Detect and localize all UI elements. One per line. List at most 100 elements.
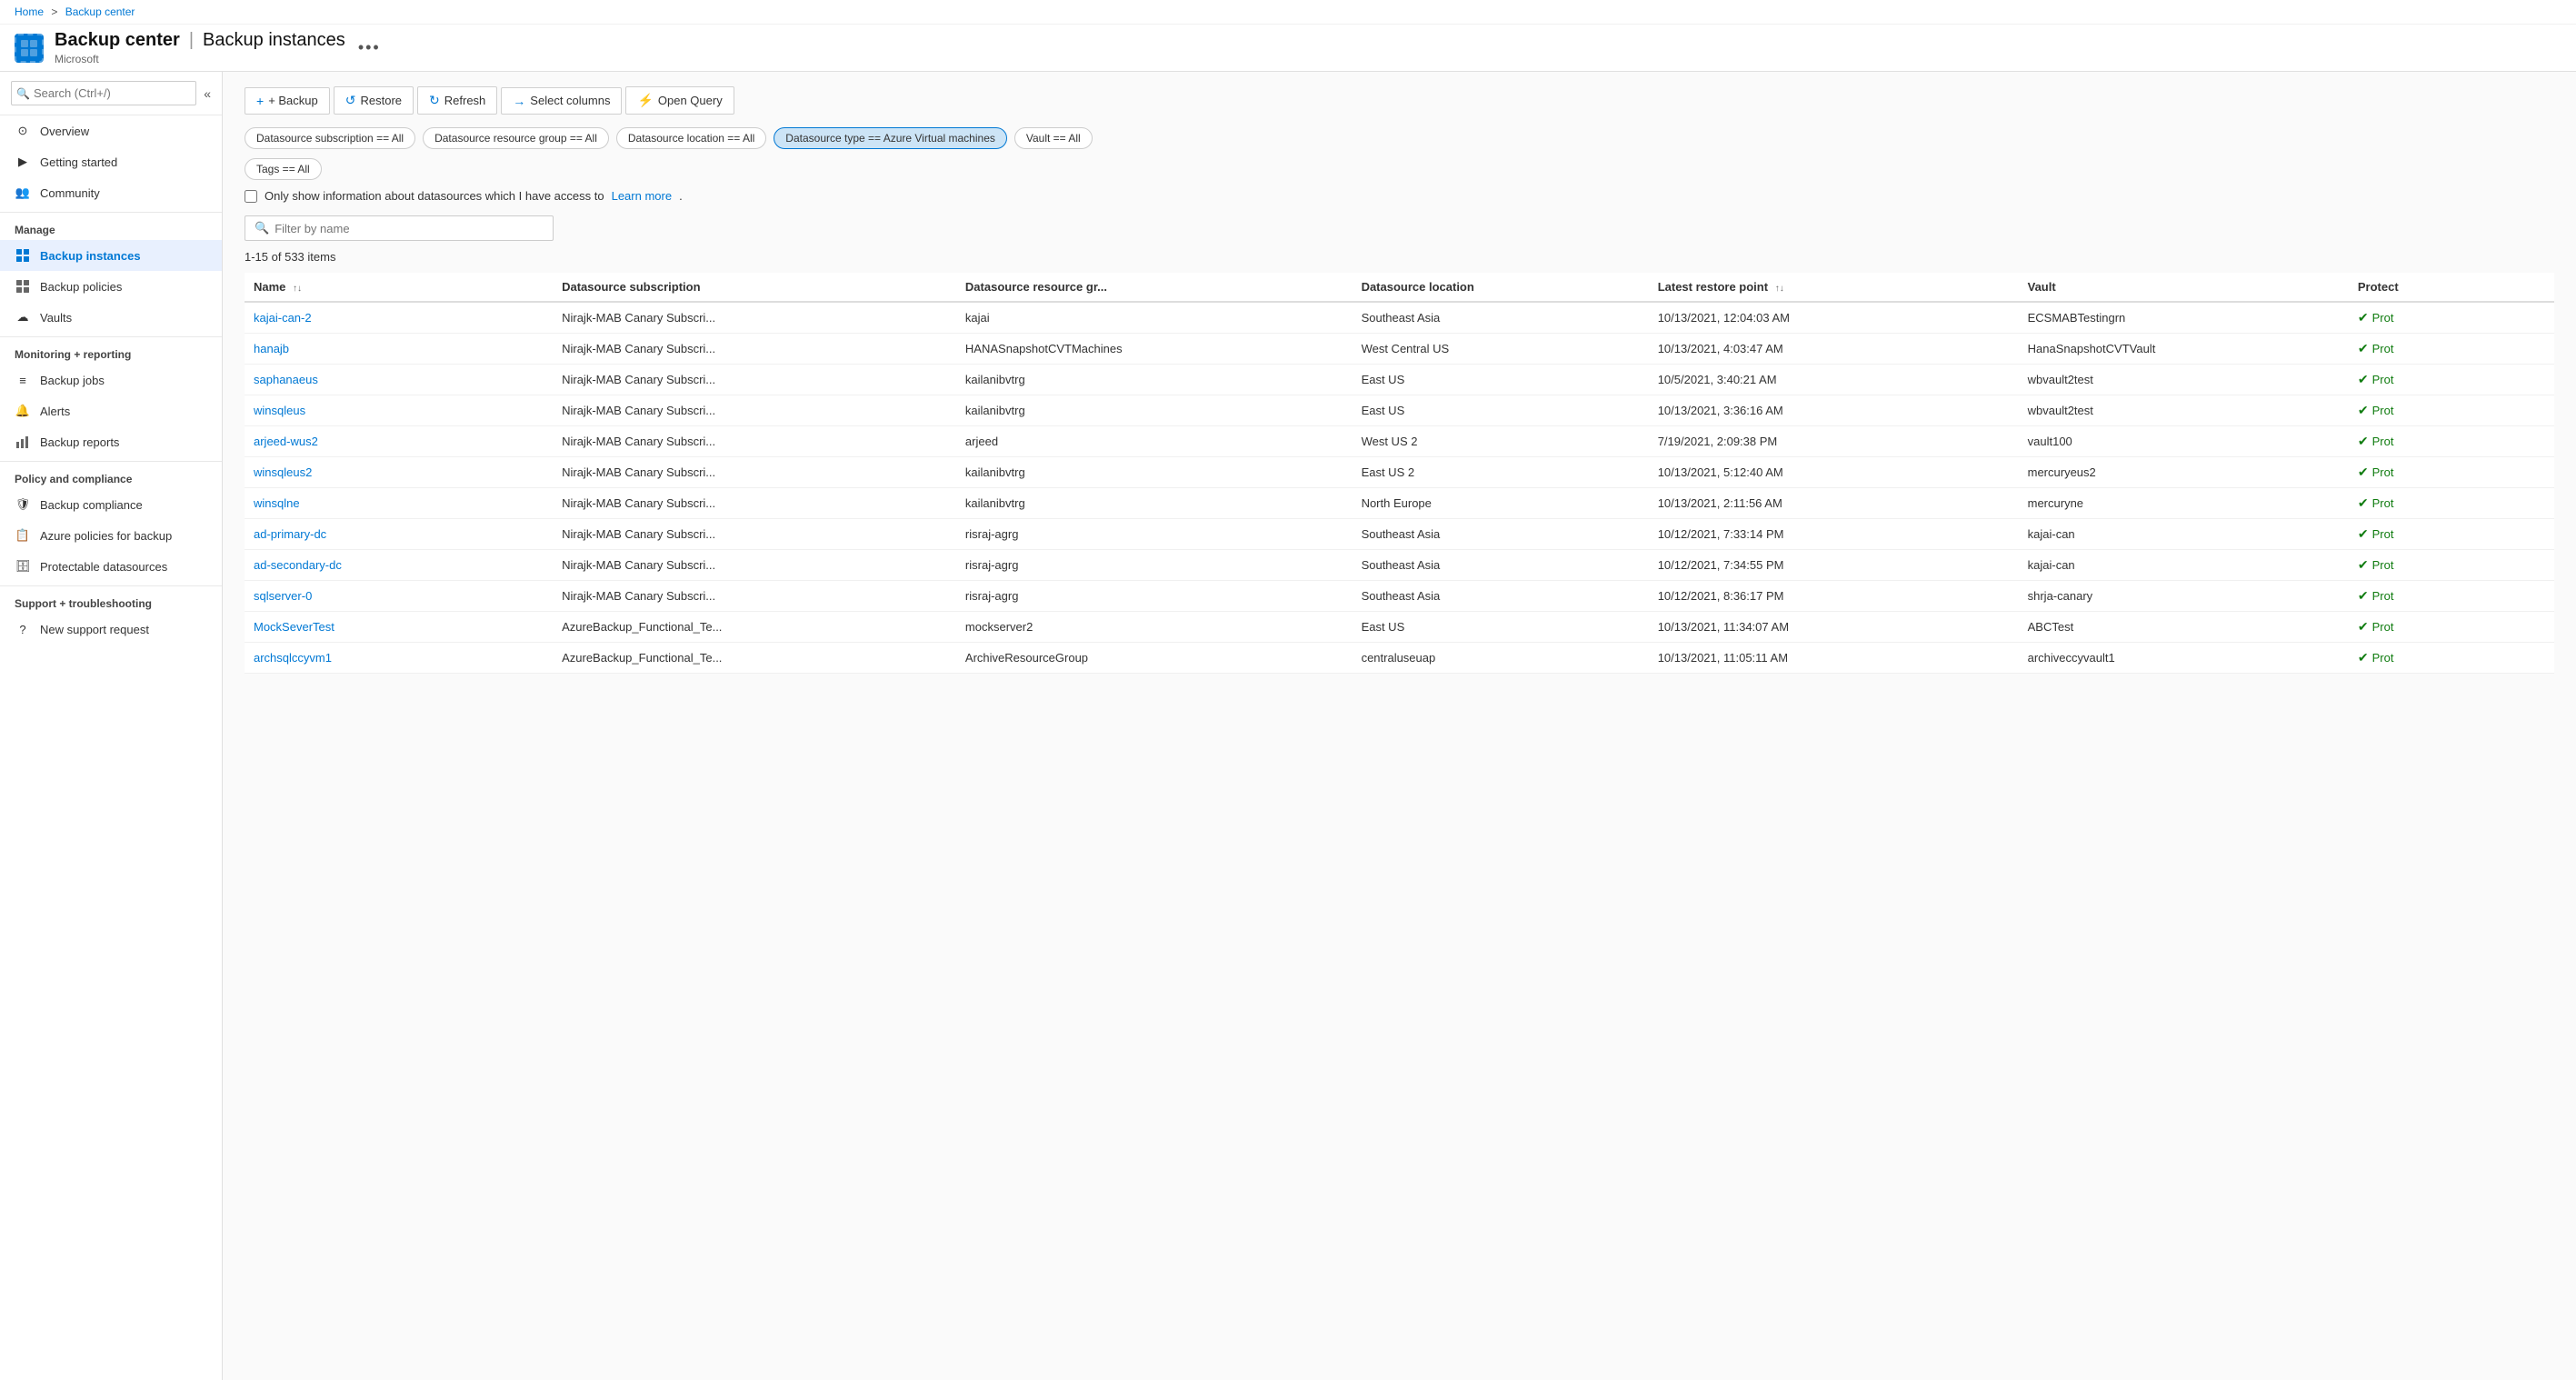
filter-subscription[interactable]: Datasource subscription == All — [245, 127, 415, 149]
filter-location[interactable]: Datasource location == All — [616, 127, 766, 149]
getting-started-icon: ▶ — [15, 154, 31, 170]
backup-policies-icon — [15, 278, 31, 295]
search-box-icon: 🔍 — [255, 221, 269, 235]
sidebar-item-azure-policies[interactable]: 📋 Azure policies for backup — [0, 520, 222, 551]
cell-location: Southeast Asia — [1353, 581, 1649, 612]
col-header-vault[interactable]: Vault — [2019, 273, 2349, 302]
backup-button[interactable]: + + Backup — [245, 87, 330, 115]
breadcrumb-current[interactable]: Backup center — [65, 5, 135, 18]
table-row[interactable]: winsqlne Nirajk-MAB Canary Subscri... ka… — [245, 488, 2554, 519]
sidebar-item-vaults[interactable]: ☁ Vaults — [0, 302, 222, 333]
cell-name: ad-secondary-dc — [245, 550, 553, 581]
breadcrumb-sep: > — [51, 5, 57, 18]
table-row[interactable]: saphanaeus Nirajk-MAB Canary Subscri... … — [245, 365, 2554, 395]
cell-restore-point: 10/13/2021, 2:11:56 AM — [1649, 488, 2019, 519]
sidebar-search-input[interactable] — [11, 81, 196, 105]
sidebar-item-community[interactable]: 👥 Community — [0, 177, 222, 208]
table-row[interactable]: winsqleus2 Nirajk-MAB Canary Subscri... … — [245, 457, 2554, 488]
toolbar: + + Backup ↺ Restore ↻ Refresh → Select … — [245, 86, 2554, 115]
filter-resource-group[interactable]: Datasource resource group == All — [423, 127, 609, 149]
datasource-access-label: Only show information about datasources … — [265, 189, 604, 203]
learn-more-link[interactable]: Learn more — [612, 189, 672, 203]
sidebar-search-area: 🔍 « — [0, 72, 222, 115]
table-row[interactable]: archsqlccyvm1 AzureBackup_Functional_Te.… — [245, 643, 2554, 674]
cell-resource-group: kailanibvtrg — [956, 395, 1353, 426]
restore-icon: ↺ — [345, 93, 356, 108]
cell-restore-point: 10/13/2021, 5:12:40 AM — [1649, 457, 2019, 488]
cell-subscription: AzureBackup_Functional_Te... — [553, 643, 956, 674]
table-row[interactable]: kajai-can-2 Nirajk-MAB Canary Subscri...… — [245, 302, 2554, 334]
cell-location: West Central US — [1353, 334, 1649, 365]
community-icon: 👥 — [15, 185, 31, 201]
col-header-name[interactable]: Name ↑↓ — [245, 273, 553, 302]
cell-resource-group: risraj-agrg — [956, 550, 1353, 581]
filter-tags[interactable]: Tags == All — [245, 158, 322, 180]
main-content: + + Backup ↺ Restore ↻ Refresh → Select … — [223, 72, 2576, 1380]
app-subtitle: Microsoft — [55, 53, 345, 65]
cell-vault: wbvault2test — [2019, 395, 2349, 426]
filter-row: Datasource subscription == All Datasourc… — [245, 127, 2554, 149]
datasource-access-checkbox[interactable] — [245, 190, 257, 203]
cell-name: hanajb — [245, 334, 553, 365]
filter-type[interactable]: Datasource type == Azure Virtual machine… — [774, 127, 1007, 149]
sidebar-item-label: Backup jobs — [40, 374, 105, 387]
cell-restore-point: 10/13/2021, 11:34:07 AM — [1649, 612, 2019, 643]
filter-vault[interactable]: Vault == All — [1014, 127, 1093, 149]
table-row[interactable]: MockSeverTest AzureBackup_Functional_Te.… — [245, 612, 2554, 643]
sidebar-item-backup-policies[interactable]: Backup policies — [0, 271, 222, 302]
cell-protection: ✔Prot — [2349, 426, 2554, 457]
sidebar-item-label: Vaults — [40, 311, 72, 325]
alerts-icon: 🔔 — [15, 403, 31, 419]
cell-resource-group: kajai — [956, 302, 1353, 334]
cell-resource-group: risraj-agrg — [956, 581, 1353, 612]
table-row[interactable]: hanajb Nirajk-MAB Canary Subscri... HANA… — [245, 334, 2554, 365]
cell-name: sqlserver-0 — [245, 581, 553, 612]
select-columns-button[interactable]: → Select columns — [501, 87, 622, 115]
select-columns-icon: → — [513, 94, 525, 108]
col-header-protection[interactable]: Protect — [2349, 273, 2554, 302]
breadcrumb: Home > Backup center — [0, 0, 2576, 25]
more-button[interactable]: ••• — [358, 38, 381, 57]
sidebar-item-backup-reports[interactable]: Backup reports — [0, 426, 222, 457]
restore-button[interactable]: ↺ Restore — [334, 86, 414, 115]
table-row[interactable]: ad-secondary-dc Nirajk-MAB Canary Subscr… — [245, 550, 2554, 581]
table-row[interactable]: ad-primary-dc Nirajk-MAB Canary Subscri.… — [245, 519, 2554, 550]
page-name: Backup instances — [203, 30, 345, 51]
table-body: kajai-can-2 Nirajk-MAB Canary Subscri...… — [245, 302, 2554, 674]
sidebar-item-alerts[interactable]: 🔔 Alerts — [0, 395, 222, 426]
sidebar-item-getting-started[interactable]: ▶ Getting started — [0, 146, 222, 177]
sidebar-item-label: New support request — [40, 623, 149, 636]
sidebar-item-backup-instances[interactable]: Backup instances — [0, 240, 222, 271]
sidebar-item-new-support-request[interactable]: ? New support request — [0, 614, 222, 645]
cell-restore-point: 10/12/2021, 7:33:14 PM — [1649, 519, 2019, 550]
search-box: 🔍 — [245, 215, 554, 241]
sidebar-item-label: Backup policies — [40, 280, 122, 294]
cell-resource-group: kailanibvtrg — [956, 365, 1353, 395]
cell-resource-group: kailanibvtrg — [956, 488, 1353, 519]
cell-protection: ✔Prot — [2349, 457, 2554, 488]
sidebar-item-protectable-datasources[interactable]: 🗄 Protectable datasources — [0, 551, 222, 582]
collapse-button[interactable]: « — [204, 86, 211, 101]
cell-restore-point: 10/5/2021, 3:40:21 AM — [1649, 365, 2019, 395]
table-row[interactable]: winsqleus Nirajk-MAB Canary Subscri... k… — [245, 395, 2554, 426]
sidebar-item-overview[interactable]: ⊙ Overview — [0, 115, 222, 146]
cell-subscription: Nirajk-MAB Canary Subscri... — [553, 426, 956, 457]
table-row[interactable]: arjeed-wus2 Nirajk-MAB Canary Subscri...… — [245, 426, 2554, 457]
col-header-subscription[interactable]: Datasource subscription — [553, 273, 956, 302]
refresh-button[interactable]: ↻ Refresh — [417, 86, 497, 115]
search-input[interactable] — [275, 222, 544, 235]
cell-vault: ECSMABTestingrn — [2019, 302, 2349, 334]
table-row[interactable]: sqlserver-0 Nirajk-MAB Canary Subscri...… — [245, 581, 2554, 612]
cell-name: arjeed-wus2 — [245, 426, 553, 457]
cell-location: Southeast Asia — [1353, 519, 1649, 550]
sidebar-item-label: Community — [40, 186, 100, 200]
cell-vault: wbvault2test — [2019, 365, 2349, 395]
col-header-restore-point[interactable]: Latest restore point ↑↓ — [1649, 273, 2019, 302]
breadcrumb-home[interactable]: Home — [15, 5, 44, 18]
sidebar-item-backup-compliance[interactable]: 🛡 Backup compliance — [0, 489, 222, 520]
sidebar-item-backup-jobs[interactable]: ≡ Backup jobs — [0, 365, 222, 395]
cell-restore-point: 10/13/2021, 4:03:47 AM — [1649, 334, 2019, 365]
open-query-button[interactable]: ⚡ Open Query — [625, 86, 734, 115]
col-header-resource-group[interactable]: Datasource resource gr... — [956, 273, 1353, 302]
col-header-location[interactable]: Datasource location — [1353, 273, 1649, 302]
